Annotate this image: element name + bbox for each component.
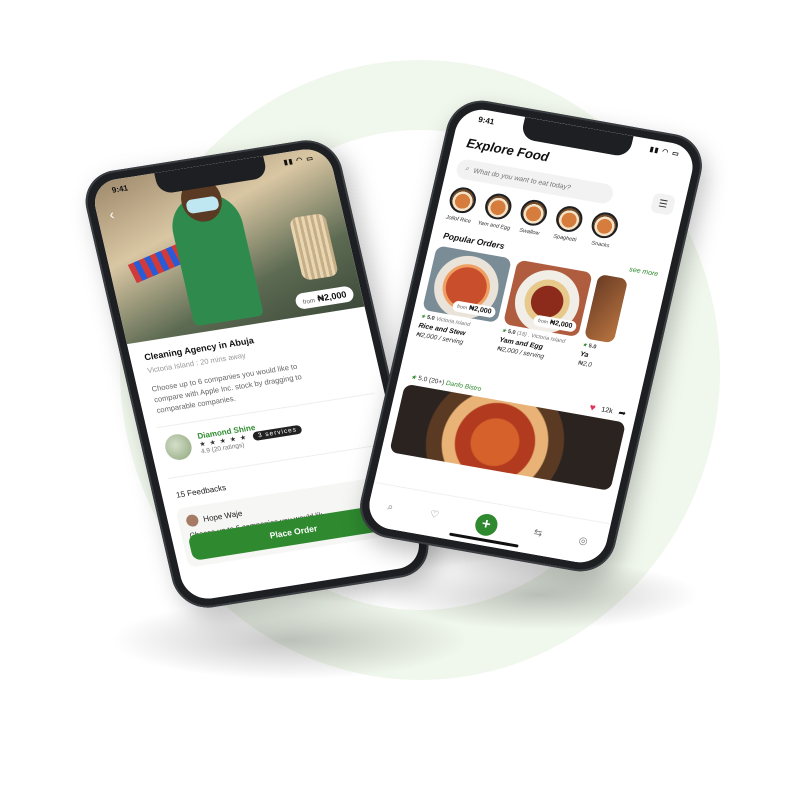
food-image: from₦2,000 — [422, 245, 512, 323]
price-tag: from₦2,000 — [532, 314, 578, 333]
category-item[interactable]: Jollof Rice — [443, 185, 481, 225]
price-value: ₦2,000 — [468, 304, 493, 316]
mop-graphic — [288, 212, 339, 281]
restaurant-name[interactable]: Danfo Bistro — [445, 379, 482, 392]
heart-icon[interactable]: ♥ — [588, 402, 596, 414]
category-label: Swallow — [518, 227, 540, 237]
category-image — [518, 197, 550, 228]
feedback-user-name: Hope Waje — [202, 508, 244, 524]
category-item[interactable]: Yam and Egg — [476, 191, 516, 232]
rating-value: 5.0 — [587, 343, 597, 351]
category-image — [482, 191, 515, 222]
search-tab-icon[interactable]: ⌕ — [386, 502, 394, 514]
price-prefix: from — [456, 303, 468, 312]
order-card[interactable]: from₦2,000 ★ 5.0 Victoria Island Rice an… — [416, 245, 512, 351]
transfer-tab-icon[interactable]: ⇆ — [533, 527, 544, 539]
category-item[interactable]: Swallow — [514, 197, 552, 238]
profile-tab-icon[interactable]: ◎ — [578, 535, 589, 547]
price-tag: from₦2,000 — [452, 300, 497, 319]
price-prefix: from — [302, 298, 316, 306]
review-count: (20+) — [428, 376, 445, 386]
add-button[interactable]: + — [472, 511, 500, 537]
star-icon: ★ — [409, 373, 418, 382]
feedbacks-heading: 15 Feedbacks — [175, 483, 228, 500]
phone-shadow — [380, 560, 700, 630]
share-icon[interactable]: ➦ — [617, 407, 627, 419]
see-more-link[interactable]: see more — [628, 266, 658, 278]
search-input[interactable] — [472, 167, 593, 196]
status-time: 9:41 — [477, 114, 496, 127]
filter-icon[interactable]: ☰ — [649, 192, 677, 216]
signal-wifi-battery-icon: ▮▮ ◠ ▭ — [648, 146, 681, 159]
category-item[interactable]: Snacks — [585, 210, 623, 250]
user-avatar — [185, 513, 200, 528]
likes-count: 12k — [600, 406, 614, 416]
food-image: from₦2,000 — [502, 259, 593, 338]
category-image — [553, 204, 586, 234]
restaurant-food-image[interactable] — [389, 383, 626, 491]
category-label: Spaghetti — [552, 233, 577, 244]
rating-value: 5.0 — [417, 374, 429, 383]
category-label: Yam and Egg — [476, 220, 511, 232]
category-image — [447, 185, 479, 216]
order-card[interactable]: from₦2,000 ★ 5.0 (18) . Victoria Island … — [496, 259, 593, 366]
category-item[interactable]: Spaghetti — [549, 204, 587, 244]
company-avatar — [162, 432, 195, 462]
price-value: ₦2,000 — [316, 289, 348, 304]
search-icon: ⌕ — [464, 165, 470, 173]
rating-value: 5.0 — [426, 314, 436, 322]
category-label: Jollof Rice — [445, 214, 472, 225]
price-value: ₦2,000 — [549, 319, 573, 330]
category-image — [589, 210, 621, 241]
price-prefix: from — [537, 318, 549, 326]
food-image — [583, 273, 629, 344]
category-label: Snacks — [590, 240, 610, 250]
favorites-tab-icon[interactable]: ♡ — [429, 509, 440, 521]
rating-value: 5.0 — [507, 328, 517, 337]
